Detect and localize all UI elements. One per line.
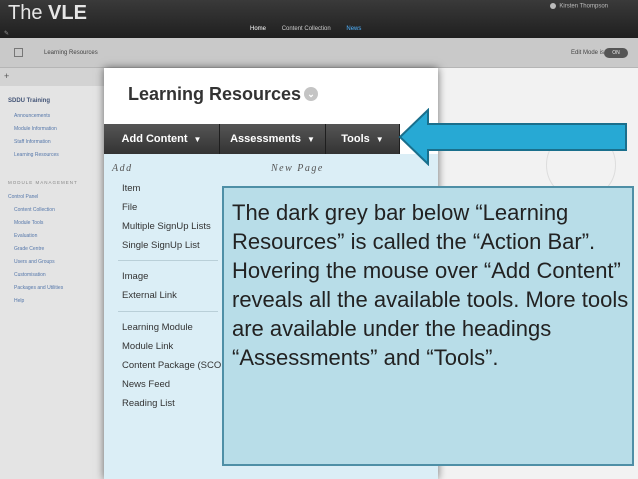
- menu-item[interactable]: Single SignUp List: [122, 240, 200, 251]
- sidebar-toolbar: +: [0, 68, 107, 86]
- course-sidebar: + SDDU Training Announcements Module Inf…: [0, 68, 108, 479]
- menu-divider: [118, 260, 218, 261]
- menu-item[interactable]: Module Link: [122, 341, 173, 352]
- menu-item[interactable]: Multiple SignUp Lists: [122, 221, 211, 232]
- add-icon[interactable]: +: [4, 71, 9, 81]
- home-icon[interactable]: [14, 48, 23, 57]
- user-menu[interactable]: Kirsten Thompson: [550, 3, 608, 10]
- sidebar-control-item[interactable]: Module Tools: [14, 220, 43, 226]
- chevron-down-icon: ▼: [193, 134, 202, 144]
- assessments-button[interactable]: Assessments ▼: [220, 124, 326, 154]
- sidebar-section-heading: MODULE MANAGEMENT: [8, 180, 78, 185]
- menu-item[interactable]: Learning Module: [122, 322, 193, 333]
- menu-heading-new-page: New Page: [271, 163, 324, 174]
- page-title-text: Learning Resources: [128, 84, 302, 104]
- chevron-down-icon[interactable]: ⌄: [304, 87, 319, 101]
- sidebar-control-item[interactable]: Packages and Utilities: [14, 285, 63, 291]
- user-name: Kirsten Thompson: [559, 3, 608, 10]
- callout-box: The dark grey bar below “Learning Resour…: [222, 186, 634, 466]
- brand-name: VLE: [48, 2, 87, 24]
- brand-prefix: The: [8, 2, 49, 24]
- assessments-label: Assessments: [230, 133, 301, 145]
- sidebar-control-item[interactable]: Evaluation: [14, 233, 37, 239]
- edit-mode-toggle[interactable]: ON: [604, 48, 628, 58]
- chevron-down-icon: ▼: [375, 134, 384, 144]
- top-nav: Home Content Collection News: [250, 26, 375, 32]
- sidebar-control-item[interactable]: Grade Centre: [14, 246, 44, 252]
- arrow-shape: [398, 108, 627, 166]
- add-content-button[interactable]: Add Content ▼: [104, 124, 220, 154]
- sidebar-control-item[interactable]: Customisation: [14, 272, 46, 278]
- pin-icon[interactable]: ✎: [4, 30, 9, 37]
- menu-item[interactable]: Image: [122, 271, 148, 282]
- sidebar-item[interactable]: Learning Resources: [14, 152, 59, 158]
- menu-item[interactable]: Item: [122, 183, 140, 194]
- action-bar: Add Content ▼ Assessments ▼ Tools ▼: [104, 124, 400, 154]
- tools-button[interactable]: Tools ▼: [326, 124, 400, 154]
- sidebar-control-panel[interactable]: Control Panel: [8, 194, 38, 200]
- add-content-label: Add Content: [121, 133, 188, 145]
- breadcrumb-bar: Learning Resources Edit Mode is: ON: [0, 38, 638, 68]
- tab-home[interactable]: Home: [250, 26, 266, 32]
- chevron-down-icon: ▼: [307, 134, 315, 144]
- menu-item[interactable]: External Link: [122, 290, 177, 301]
- user-icon: [550, 3, 557, 9]
- menu-heading-add: Add: [112, 163, 133, 174]
- brand-logo[interactable]: The VLE: [8, 2, 87, 25]
- menu-item[interactable]: News Feed: [122, 379, 170, 390]
- menu-divider: [118, 311, 218, 312]
- sidebar-item[interactable]: Announcements: [14, 113, 50, 119]
- callout-text: The dark grey bar below “Learning Resour…: [232, 200, 629, 370]
- tab-news[interactable]: News: [346, 26, 361, 32]
- menu-item[interactable]: File: [122, 202, 137, 213]
- arrow-left-icon: [398, 108, 627, 166]
- page-title: Learning Resources ⌄: [128, 84, 319, 105]
- top-bar: The VLE Kirsten Thompson Home Content Co…: [0, 0, 638, 38]
- sidebar-control-item[interactable]: Help: [14, 298, 24, 304]
- sidebar-course-title[interactable]: SDDU Training: [8, 98, 50, 104]
- breadcrumb[interactable]: Learning Resources: [44, 50, 98, 56]
- sidebar-item[interactable]: Module Information: [14, 126, 57, 132]
- tab-content-collection[interactable]: Content Collection: [282, 26, 331, 32]
- menu-item[interactable]: Reading List: [122, 398, 175, 409]
- tools-label: Tools: [341, 133, 370, 145]
- sidebar-control-item[interactable]: Content Collection: [14, 207, 55, 213]
- edit-mode-label: Edit Mode is:: [571, 50, 606, 56]
- sidebar-item[interactable]: Staff Information: [14, 139, 51, 145]
- sidebar-control-item[interactable]: Users and Groups: [14, 259, 55, 265]
